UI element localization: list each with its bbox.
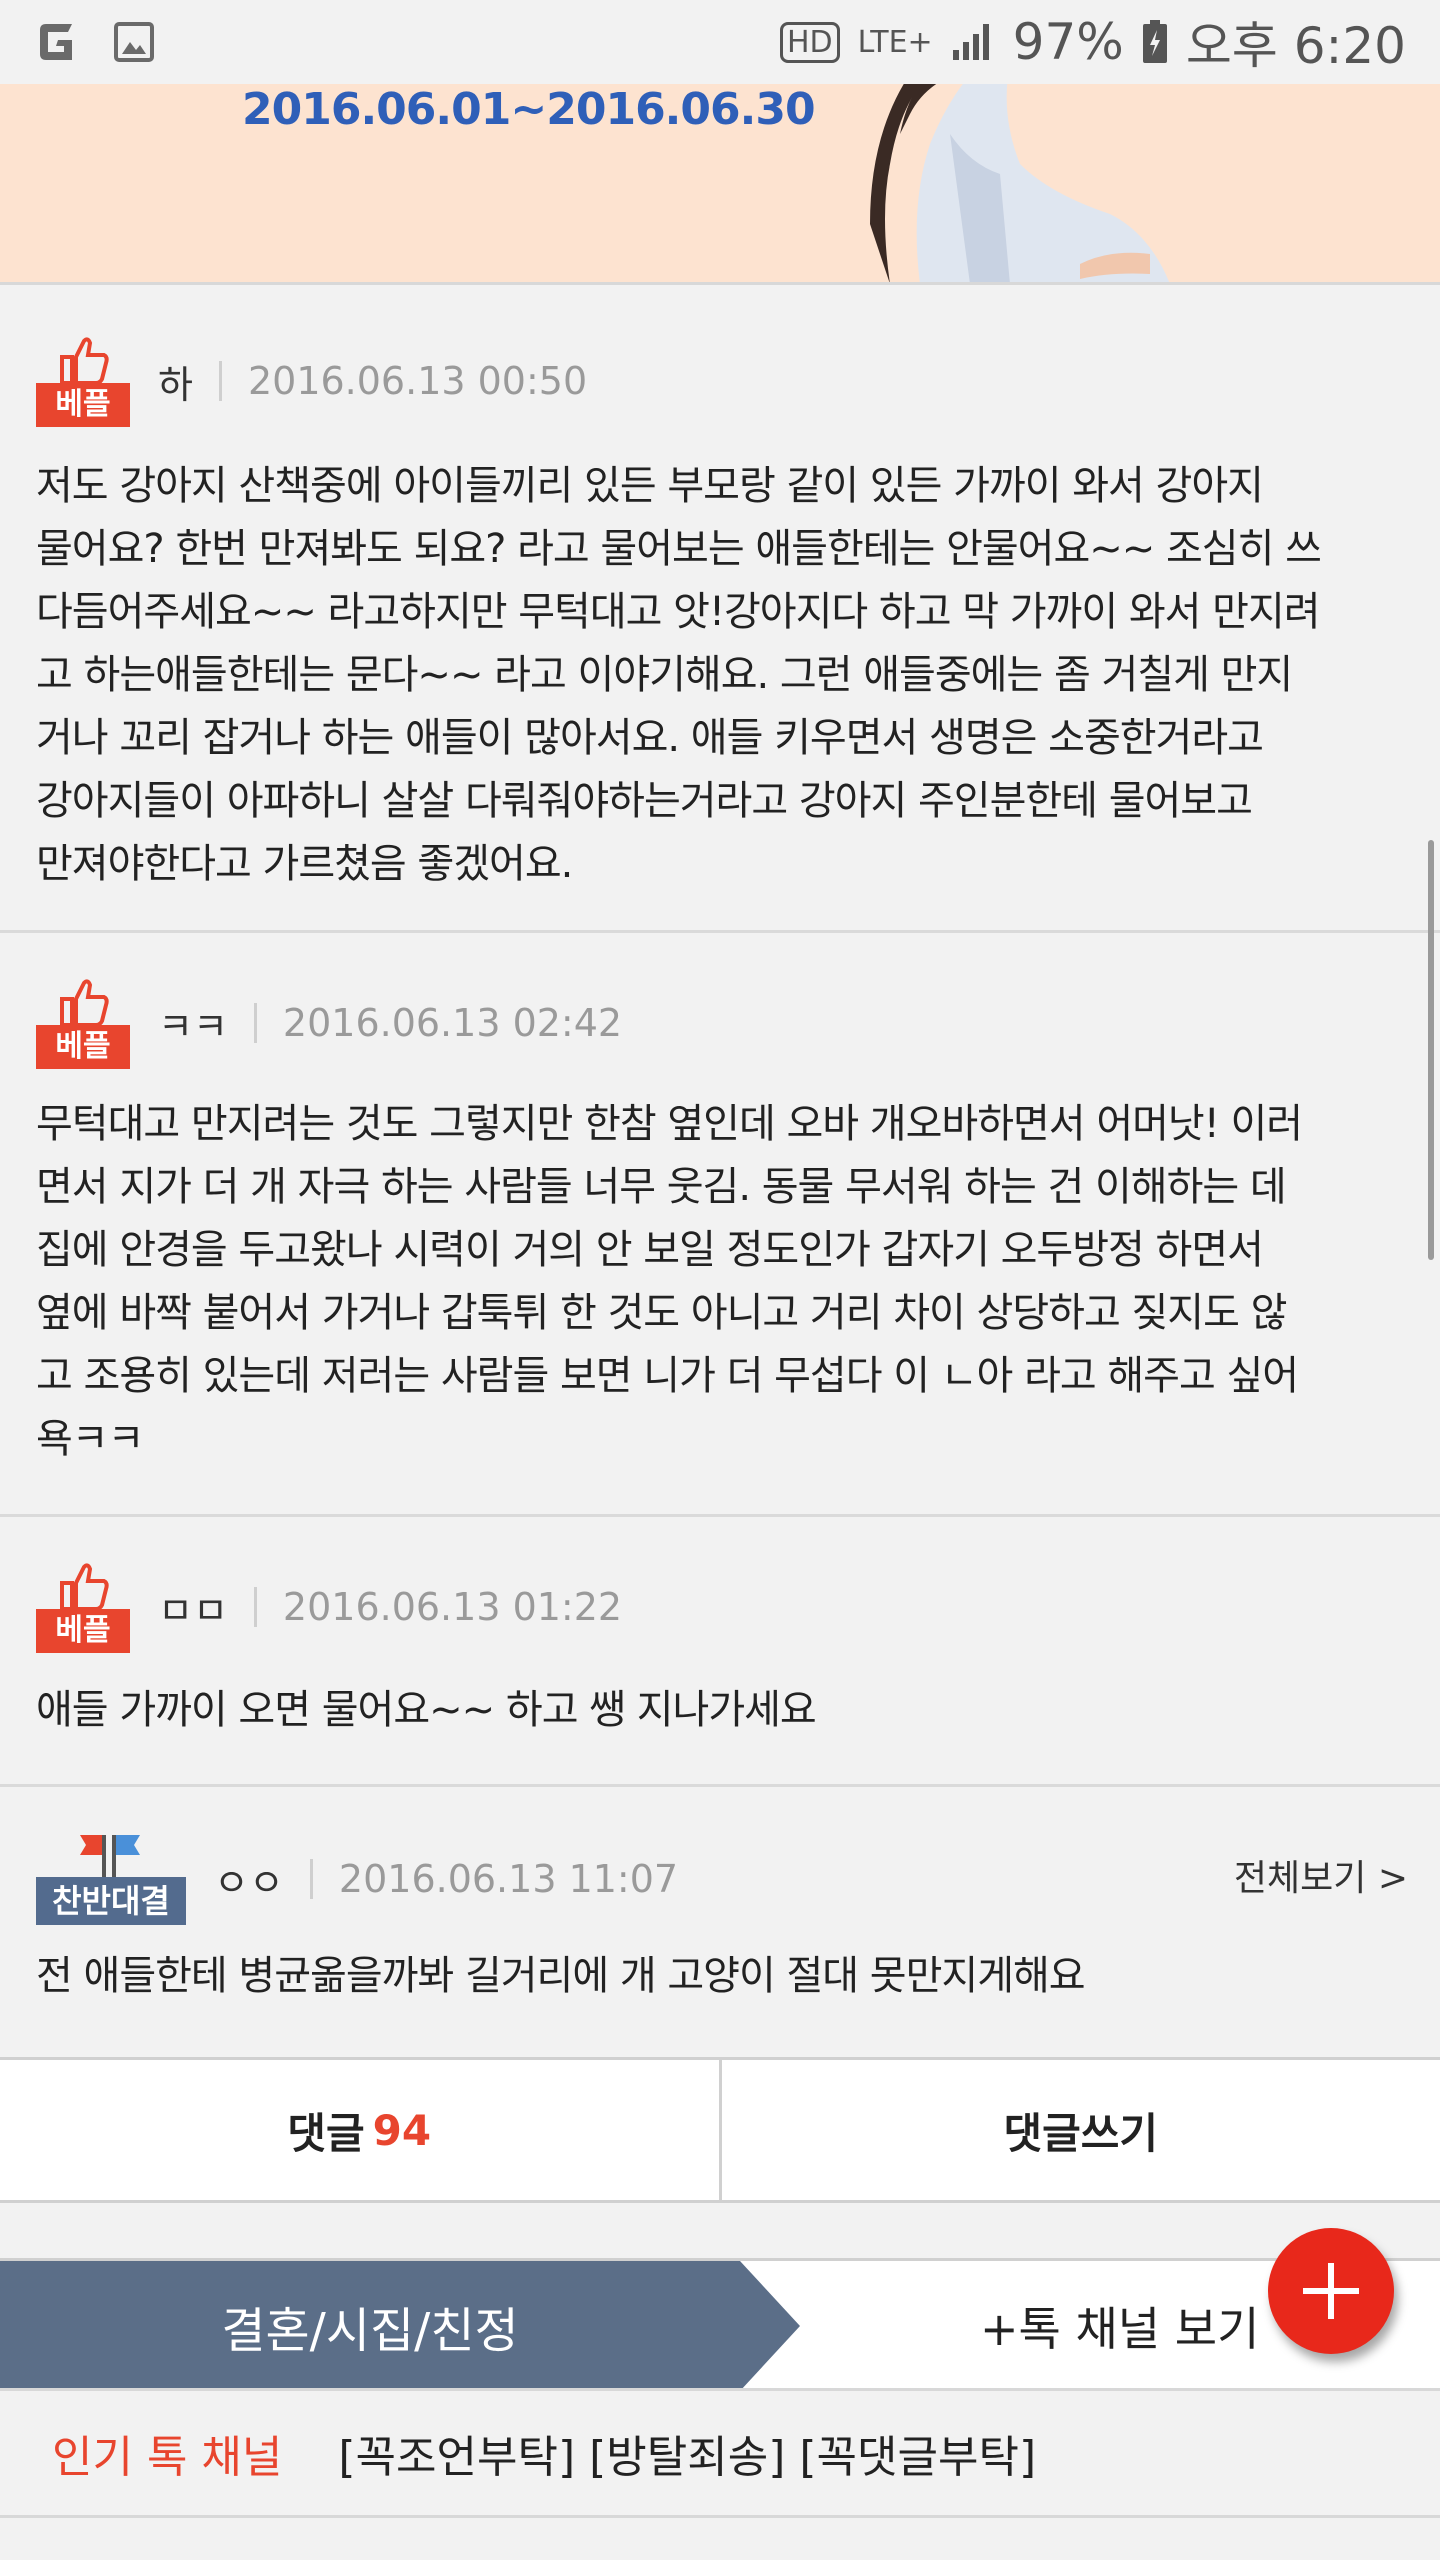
comment-date: 2016.06.13 00:50 — [247, 359, 588, 403]
badge-label: 베플 — [36, 1025, 130, 1069]
debate-badge: 찬반대결 — [36, 1833, 186, 1925]
comment-date: 2016.06.13 11:07 — [338, 1857, 679, 1901]
lte-icon: LTE+ — [857, 24, 933, 60]
divider — [218, 361, 222, 401]
comment-author[interactable]: ㅇㅇ — [214, 1852, 284, 1907]
comment-item: 베플 ㅋㅋ 2016.06.13 02:42 무턱대고 만지려는 것도 그렇지만… — [0, 933, 1440, 1517]
status-left — [34, 20, 154, 64]
divider — [253, 1587, 257, 1627]
view-all-link[interactable]: 전체보기 > — [1234, 1849, 1408, 1901]
divider — [309, 1859, 313, 1899]
add-fab-button[interactable] — [1268, 2228, 1394, 2354]
thumbs-up-icon — [60, 337, 109, 385]
channel-tag[interactable]: 결혼/시집/친정 — [0, 2261, 800, 2391]
thumbs-up-icon — [60, 1563, 109, 1611]
comment-header: 베플 하 2016.06.13 00:50 — [36, 335, 587, 427]
battery-icon — [1142, 20, 1167, 63]
comment-item: 베플 ㅁㅁ 2016.06.13 01:22 애들 가까이 오면 물어요~~ 하… — [0, 1517, 1440, 1787]
channel-tag-label: 결혼/시집/친정 — [221, 2303, 519, 2359]
popular-tag[interactable]: [방탈죄송] — [589, 2421, 785, 2485]
promo-banner[interactable]: 2016.06.01~2016.06.30 — [0, 84, 1440, 285]
comments-count: 94 — [372, 2105, 432, 2155]
plus-icon — [1303, 2263, 1359, 2319]
popular-channels-bar: 인기 톡 채널 [꼭조언부탁] [방탈죄송] [꼭댓글부탁] — [0, 2388, 1440, 2518]
badge-label: 베플 — [36, 1609, 130, 1653]
best-reply-badge: 베플 — [36, 977, 130, 1069]
comment-date: 2016.06.13 01:22 — [282, 1585, 623, 1629]
comment-action-bar: 댓글 94 댓글쓰기 — [0, 2057, 1440, 2203]
comment-body: 무턱대고 만지려는 것도 그렇지만 한참 옆인데 오바 개오바하면서 어머낫! … — [36, 1101, 1303, 1462]
status-bar: HD LTE+ 97% 오후 6:20 — [0, 0, 1440, 84]
hd-voice-icon: HD — [780, 21, 840, 63]
comment-body: 저도 강아지 산책중에 아이들끼리 있든 부모랑 같이 있든 가까이 와서 강아… — [36, 463, 1322, 887]
app-g-icon — [40, 24, 72, 60]
battery-percent: 97% — [1012, 13, 1124, 71]
flags-icon — [80, 1835, 140, 1879]
comment-item: 찬반대결 ㅇㅇ 2016.06.13 11:07 전체보기 > 전 애들한테 병… — [0, 1787, 1440, 2057]
banner-date-range: 2016.06.01~2016.06.30 — [242, 84, 816, 135]
best-reply-badge: 베플 — [36, 1561, 130, 1653]
comment-header: 베플 ㅋㅋ 2016.06.13 02:42 — [36, 977, 622, 1069]
channel-bar: 결혼/시집/친정 +톡 채널 보기 — [0, 2258, 1440, 2391]
write-comment-button[interactable]: 댓글쓰기 — [718, 2060, 1440, 2200]
status-right: HD LTE+ 97% 오후 6:20 — [780, 6, 1406, 78]
badge-label: 베플 — [36, 383, 130, 427]
more-channels-link[interactable]: +톡 채널 보기 — [980, 2261, 1259, 2391]
comment-author[interactable]: ㅋㅋ — [158, 996, 228, 1051]
signal-icon — [952, 24, 989, 60]
popular-tag[interactable]: [꼭조언부탁] — [338, 2421, 575, 2485]
comment-body: 애들 가까이 오면 물어요~~ 하고 쌩 지나가세요 — [36, 1687, 817, 1733]
clock: 오후 6:20 — [1185, 17, 1406, 75]
comment-header: 베플 ㅁㅁ 2016.06.13 01:22 — [36, 1561, 622, 1653]
comment-header: 찬반대결 ㅇㅇ 2016.06.13 11:07 — [36, 1833, 678, 1925]
best-reply-badge: 베플 — [36, 335, 130, 427]
write-comment-label: 댓글쓰기 — [1003, 2108, 1159, 2158]
popular-tag[interactable]: [꼭댓글부탁] — [799, 2421, 1036, 2485]
popular-label: 인기 톡 채널 — [52, 2432, 283, 2483]
comment-item: 베플 하 2016.06.13 00:50 저도 강아지 산책중에 아이들끼리 … — [0, 285, 1440, 933]
comment-author[interactable]: ㅁㅁ — [158, 1580, 228, 1635]
comments-button[interactable]: 댓글 94 — [0, 2060, 719, 2200]
scrollbar[interactable] — [1428, 840, 1434, 1260]
gallery-icon — [114, 22, 154, 62]
banner-woman-illustration — [870, 84, 1170, 282]
comments-label: 댓글 — [287, 2108, 365, 2158]
comment-author[interactable]: 하 — [158, 354, 193, 409]
divider — [253, 1003, 257, 1043]
thumbs-up-icon — [60, 979, 109, 1027]
comment-body: 전 애들한테 병균옮을까봐 길거리에 개 고양이 절대 못만지게해요 — [36, 1953, 1086, 1999]
badge-label: 찬반대결 — [36, 1877, 186, 1925]
comment-date: 2016.06.13 02:42 — [282, 1001, 623, 1045]
